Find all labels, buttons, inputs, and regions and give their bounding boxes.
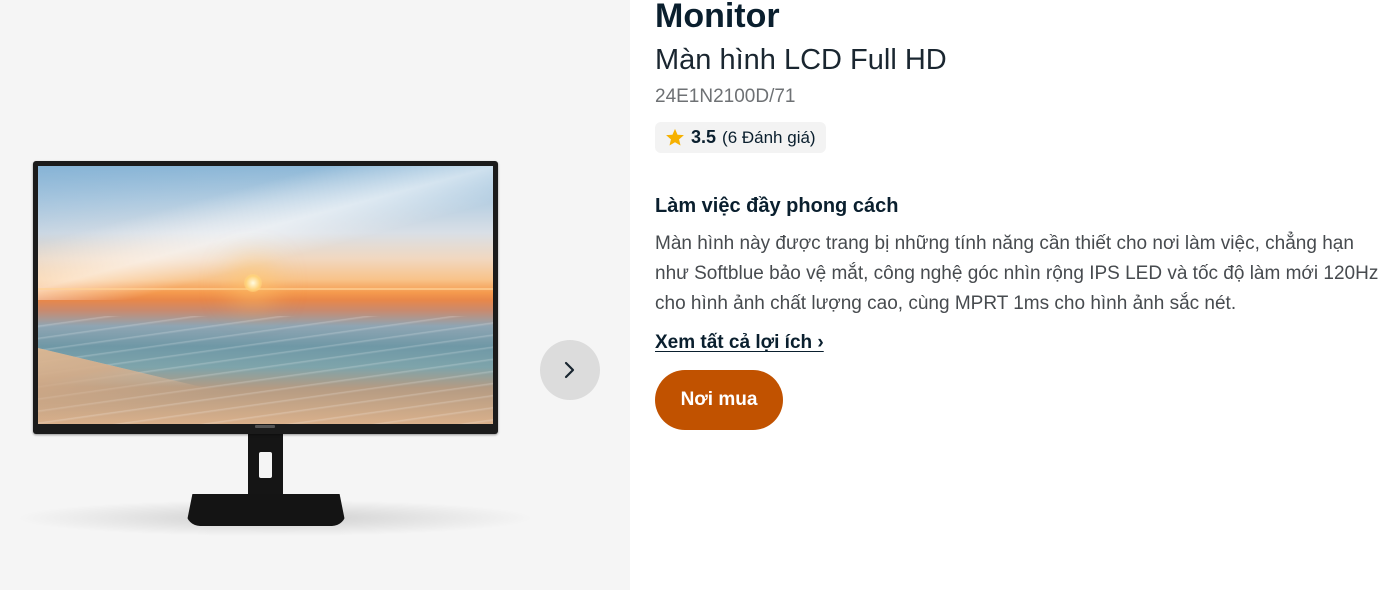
rating-badge[interactable]: 3.5 (6 Đánh giá) bbox=[655, 122, 826, 153]
monitor-screen-sunset bbox=[38, 166, 493, 424]
product-info: Monitor Màn hình LCD Full HD 24E1N2100D/… bbox=[655, 0, 1382, 590]
carousel-next-button[interactable] bbox=[540, 340, 600, 400]
cable-hole bbox=[259, 452, 272, 478]
view-all-benefits-link[interactable]: Xem tất cả lợi ích › bbox=[655, 330, 824, 356]
monitor-bezel bbox=[33, 161, 498, 434]
chevron-right-icon bbox=[564, 361, 575, 379]
monitor-stand-neck bbox=[248, 434, 283, 500]
product-gallery bbox=[0, 0, 630, 590]
sun bbox=[244, 274, 262, 292]
product-name: Màn hình LCD Full HD bbox=[655, 44, 947, 76]
rating-count: (6 Đánh giá) bbox=[722, 127, 816, 147]
star-icon bbox=[665, 128, 685, 147]
feature-heading: Làm việc đầy phong cách bbox=[655, 195, 899, 217]
brand-logo-mark bbox=[255, 425, 275, 428]
product-category: Monitor bbox=[655, 0, 780, 35]
rating-score: 3.5 bbox=[691, 127, 717, 147]
where-to-buy-button[interactable]: Nơi mua bbox=[655, 370, 783, 430]
product-model-number: 24E1N2100D/71 bbox=[655, 86, 796, 107]
monitor-stand-base bbox=[186, 494, 346, 526]
feature-description: Màn hình này được trang bị những tính nă… bbox=[655, 233, 1379, 314]
monitor-product-image bbox=[0, 0, 630, 590]
